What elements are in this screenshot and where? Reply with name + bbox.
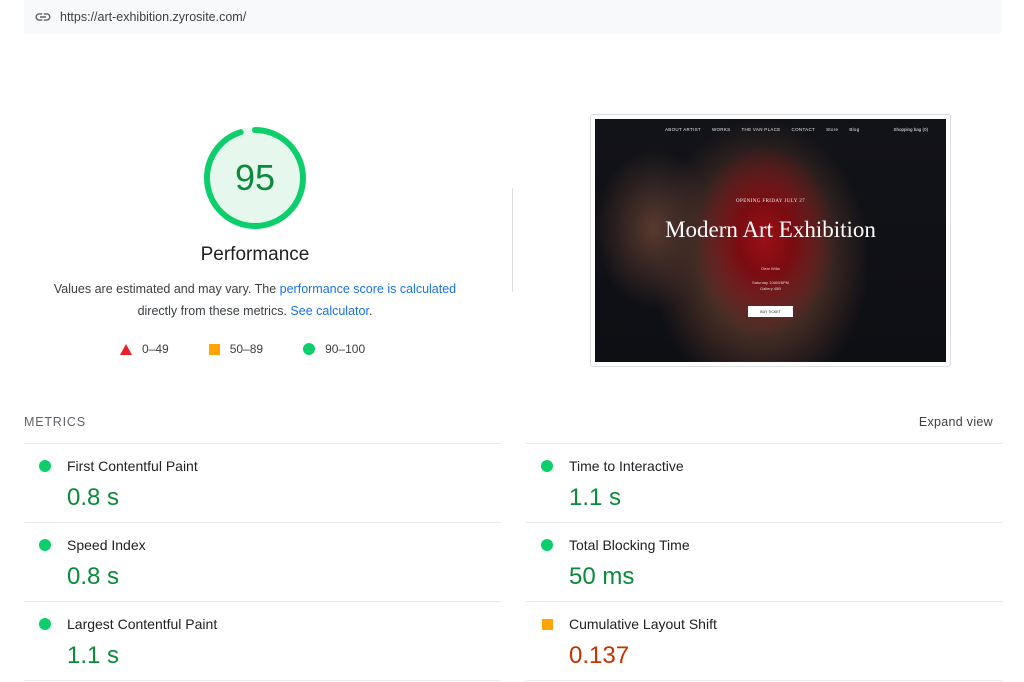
metric-name: Largest Contentful Paint bbox=[67, 616, 218, 632]
metric-value: 1.1 s bbox=[569, 484, 622, 511]
metric-speed-index: Speed Index 0.8 s bbox=[24, 522, 501, 602]
legend-pass-label: 90–100 bbox=[325, 342, 366, 356]
pass-circle-icon bbox=[303, 343, 316, 355]
metric-value: 50 ms bbox=[569, 563, 635, 590]
screenshot-details: Saturday 10AM/6PM Gallery 45B bbox=[595, 280, 946, 292]
legend-pass: 90–100 bbox=[303, 342, 365, 356]
link-icon bbox=[35, 13, 51, 21]
legend-fail: 0–49 bbox=[120, 342, 169, 356]
final-screenshot: ABOUT ARTIST WORKS THE VAN PLACE CONTACT… bbox=[590, 114, 951, 367]
screenshot-nav-item: CONTACT bbox=[791, 127, 816, 132]
screenshot-cart: Shopping bag (0) bbox=[893, 127, 928, 132]
screenshot-detail-line: Gallery 45B bbox=[760, 286, 781, 291]
screenshot-nav-item: ABOUT ARTIST bbox=[665, 127, 701, 132]
screenshot-button: BUY TICKET bbox=[748, 306, 793, 317]
metric-value: 1.1 s bbox=[67, 642, 120, 669]
metric-first-contentful-paint: First Contentful Paint 0.8 s bbox=[24, 443, 501, 523]
performance-title: Performance bbox=[200, 244, 310, 265]
metric-time-to-interactive: Time to Interactive 1.1 s bbox=[526, 443, 1003, 523]
screenshot-headline: Modern Art Exhibition bbox=[665, 217, 876, 242]
legend-average-label: 50–89 bbox=[229, 342, 264, 356]
score-calculated-link[interactable]: performance score is calculated bbox=[280, 282, 456, 296]
metrics-label: METRICS bbox=[24, 415, 86, 429]
performance-score: 95 bbox=[234, 157, 276, 198]
metric-name: First Contentful Paint bbox=[67, 458, 198, 474]
legend-average: 50–89 bbox=[208, 342, 264, 356]
performance-description: Values are estimated and may vary. The p… bbox=[40, 278, 470, 322]
desc-text-1: Values are estimated and may vary. The bbox=[53, 282, 280, 296]
metrics-divider bbox=[526, 680, 1003, 681]
metric-name: Time to Interactive bbox=[569, 458, 684, 474]
metric-name: Speed Index bbox=[67, 537, 146, 553]
screenshot-image: ABOUT ARTIST WORKS THE VAN PLACE CONTACT… bbox=[595, 119, 946, 362]
screenshot-nav-item: Store bbox=[826, 127, 839, 132]
expand-view-toggle[interactable]: Expand view bbox=[919, 415, 993, 429]
legend-fail-label: 0–49 bbox=[142, 342, 169, 356]
screenshot-nav-item: WORKS bbox=[711, 127, 731, 132]
fail-triangle-icon bbox=[120, 343, 132, 355]
screenshot-subtext: Dear Willa bbox=[761, 266, 780, 271]
pass-circle-icon bbox=[39, 618, 51, 630]
screenshot-eyebrow: OPENING FRIDAY JULY 27 bbox=[736, 199, 805, 204]
pass-circle-icon bbox=[541, 460, 553, 472]
metric-value: 0.137 bbox=[569, 642, 630, 669]
metric-total-blocking-time: Total Blocking Time 50 ms bbox=[526, 522, 1003, 602]
vertical-divider bbox=[512, 188, 513, 292]
page-url[interactable]: https://art-exhibition.zyrosite.com/ bbox=[60, 10, 246, 24]
metric-largest-contentful-paint: Largest Contentful Paint 1.1 s bbox=[24, 601, 501, 681]
average-square-icon bbox=[542, 619, 553, 630]
screenshot-nav-item: THE VAN PLACE bbox=[741, 127, 781, 132]
score-legend: 0–49 50–89 90–100 bbox=[120, 342, 405, 356]
see-calculator-link[interactable]: See calculator bbox=[290, 304, 369, 318]
metric-value: 0.8 s bbox=[67, 484, 120, 511]
performance-gauge: 95 bbox=[201, 124, 309, 232]
url-bar: https://art-exhibition.zyrosite.com/ bbox=[24, 0, 1001, 34]
desc-text-3: . bbox=[368, 304, 373, 318]
average-square-icon bbox=[208, 343, 220, 355]
desc-text-2: directly from these metrics. bbox=[137, 304, 291, 318]
metric-value: 0.8 s bbox=[67, 563, 120, 590]
metric-name: Cumulative Layout Shift bbox=[569, 616, 717, 632]
metrics-divider bbox=[24, 680, 501, 681]
screenshot-nav-item: Blog bbox=[849, 127, 860, 132]
pass-circle-icon bbox=[541, 539, 553, 551]
pass-circle-icon bbox=[39, 539, 51, 551]
metric-cumulative-layout-shift: Cumulative Layout Shift 0.137 bbox=[526, 601, 1003, 681]
metric-name: Total Blocking Time bbox=[569, 537, 690, 553]
pass-circle-icon bbox=[39, 460, 51, 472]
screenshot-nav: ABOUT ARTIST WORKS THE VAN PLACE CONTACT… bbox=[665, 127, 871, 132]
